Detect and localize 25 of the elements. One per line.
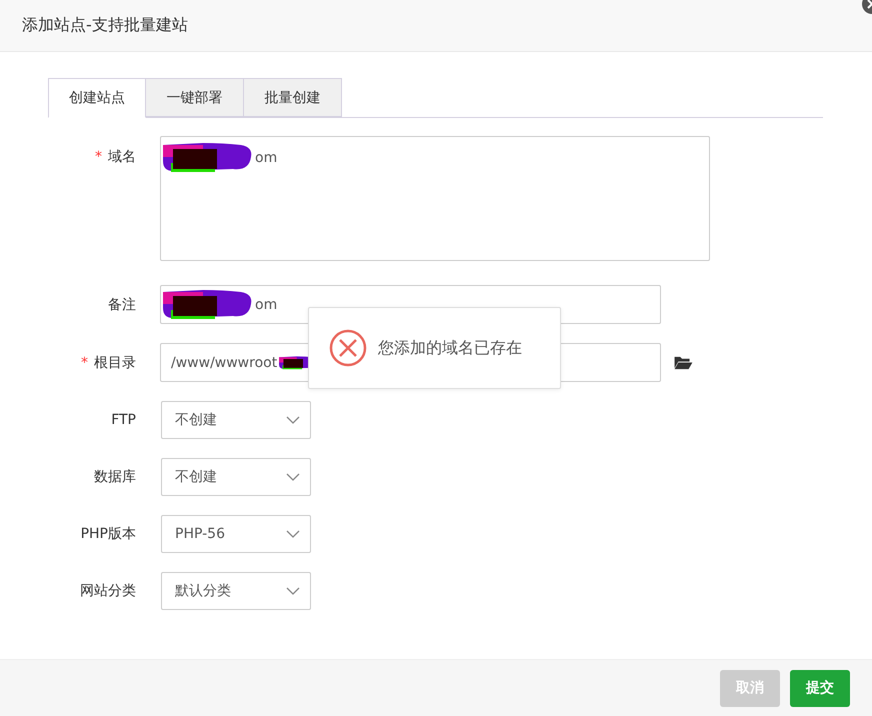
dropdown[interactable]: 默认分类 [161, 572, 311, 610]
domain-textarea[interactable]: om [160, 136, 710, 261]
dropdown[interactable]: 不创建 [161, 401, 311, 439]
required-mark: * [95, 149, 102, 165]
tab[interactable]: 批量创建 [244, 78, 342, 117]
chevron-icon [286, 530, 300, 538]
field-label: 网站分类 [80, 582, 136, 600]
dropdown[interactable]: 不创建 [161, 458, 311, 496]
dropdown[interactable]: PHP-56 [161, 515, 311, 553]
toast-message: 您添加的域名已存在 [378, 338, 522, 358]
field-label: 备注 [108, 296, 136, 314]
tab[interactable]: 创建站点 [48, 78, 146, 118]
tab[interactable]: 一键部署 [146, 78, 244, 117]
required-mark: * [81, 354, 88, 370]
chevron-icon [286, 473, 300, 481]
chevron-icon [286, 416, 300, 424]
field-label: PHP版本 [80, 525, 136, 543]
field-label: 数据库 [94, 468, 136, 486]
field-label: FTP [111, 412, 136, 428]
field-label: 域名 [108, 148, 136, 166]
folder-icon[interactable] [673, 355, 693, 370]
error-icon [328, 328, 368, 368]
chevron-icon [286, 587, 300, 595]
field-label: 根目录 [94, 354, 136, 372]
dialog-title: 添加站点-支持批量建站 [22, 15, 188, 36]
